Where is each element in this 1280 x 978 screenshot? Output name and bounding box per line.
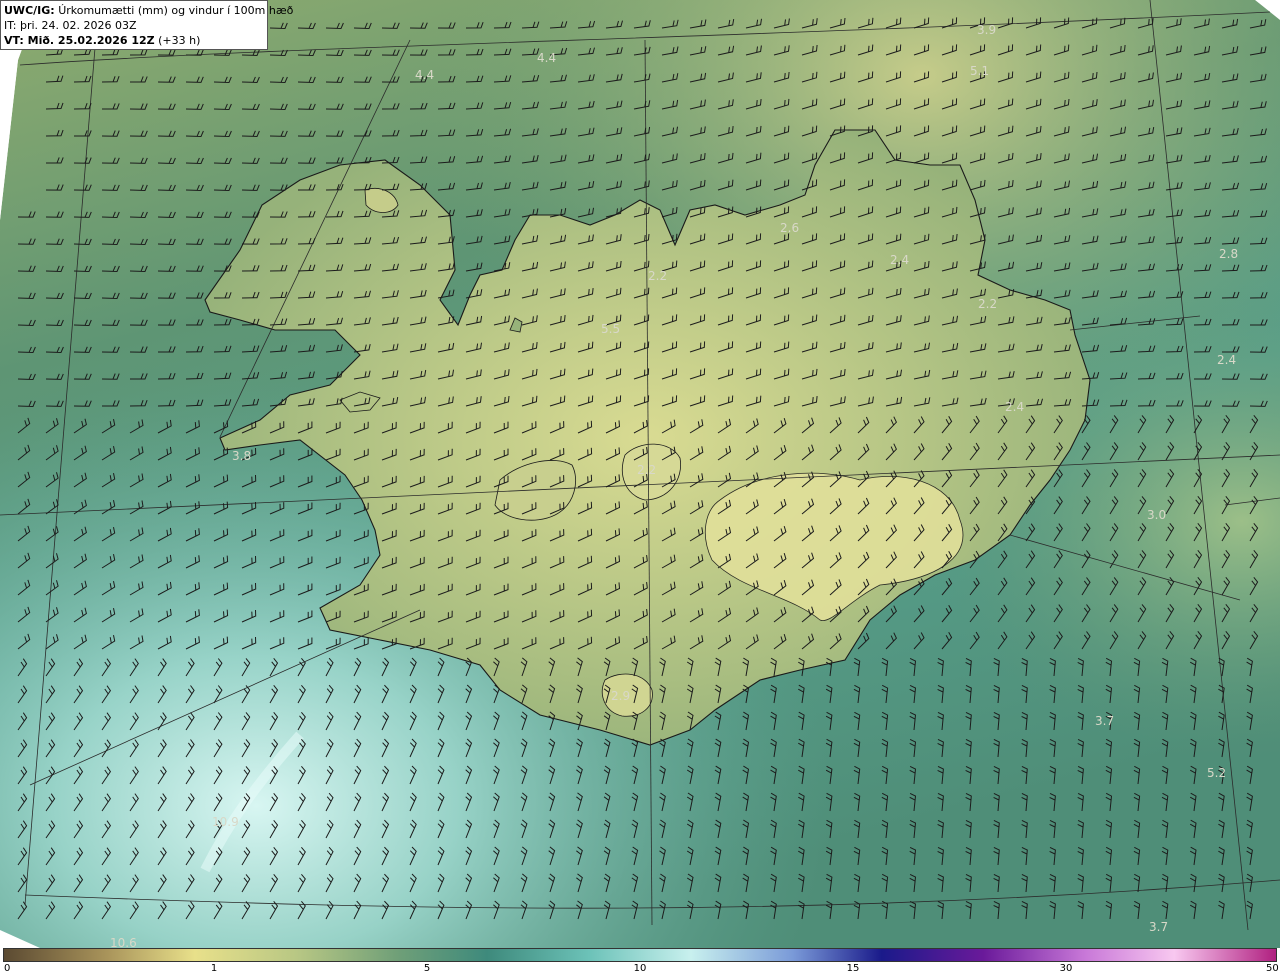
colorbar-tick: 30 [1059,963,1073,974]
map-value: 3.7 [1149,920,1168,934]
colorbar-tick: 15 [846,963,860,974]
colorbar-tick: 0 [4,963,11,974]
map-value: 10.9 [212,815,239,829]
precip-map: 3.9 4.4 4.4 5.1 2.6 5.5 2.2 2.4 2.2 2.8 … [0,0,1280,948]
info-box: UWC/IG: Úrkomumætti (mm) og vindur í 100… [0,0,293,50]
map-value: 5.5 [601,322,620,336]
map-value: 2.8 [1219,247,1238,261]
product-label: Úrkomumætti (mm) og vindur í 100m hæð [58,4,294,17]
colorbar-tick: 50 [1266,963,1279,974]
map-value: 3.7 [1095,714,1114,728]
map-value: 10.6 [110,936,137,948]
map-view[interactable]: 3.9 4.4 4.4 5.1 2.6 5.5 2.2 2.4 2.2 2.8 … [0,0,1280,948]
init-time: IT: þri. 24. 02. 2026 03Z [4,19,137,32]
valid-time: VT: Mið. 25.02.2026 12Z [4,34,155,47]
map-value: 2.2 [648,269,667,283]
map-value: 2.2 [637,463,656,477]
colorbar: 0 1 5 10 15 30 50 [0,948,1280,978]
map-value: 2.6 [780,221,799,235]
map-value: 2.2 [978,297,997,311]
map-value: 2.9 [611,689,630,703]
map-value: 2.4 [1217,353,1236,367]
colorbar-strip [3,948,1277,962]
map-value: 3.8 [232,449,251,463]
map-value: 2.4 [1005,400,1024,414]
map-value: 2.4 [890,253,909,267]
map-value: 3.9 [977,23,996,37]
colorbar-tick: 5 [423,963,431,974]
map-value: 5.1 [970,64,989,78]
map-value: 4.4 [537,51,556,65]
model-label: UWC/IG: [4,4,55,17]
title-row: UWC/IG: Úrkomumætti (mm) og vindur í 100… [4,3,293,18]
lead-time: (+33 h) [158,34,201,47]
map-value: 4.4 [415,68,434,82]
map-value: 3.0 [1147,508,1166,522]
colorbar-tick: 10 [633,963,647,974]
valid-row: VT: Mið. 25.02.2026 12Z (+33 h) [4,33,264,48]
colorbar-tick: 1 [210,963,218,974]
map-value: 5.2 [1207,766,1226,780]
